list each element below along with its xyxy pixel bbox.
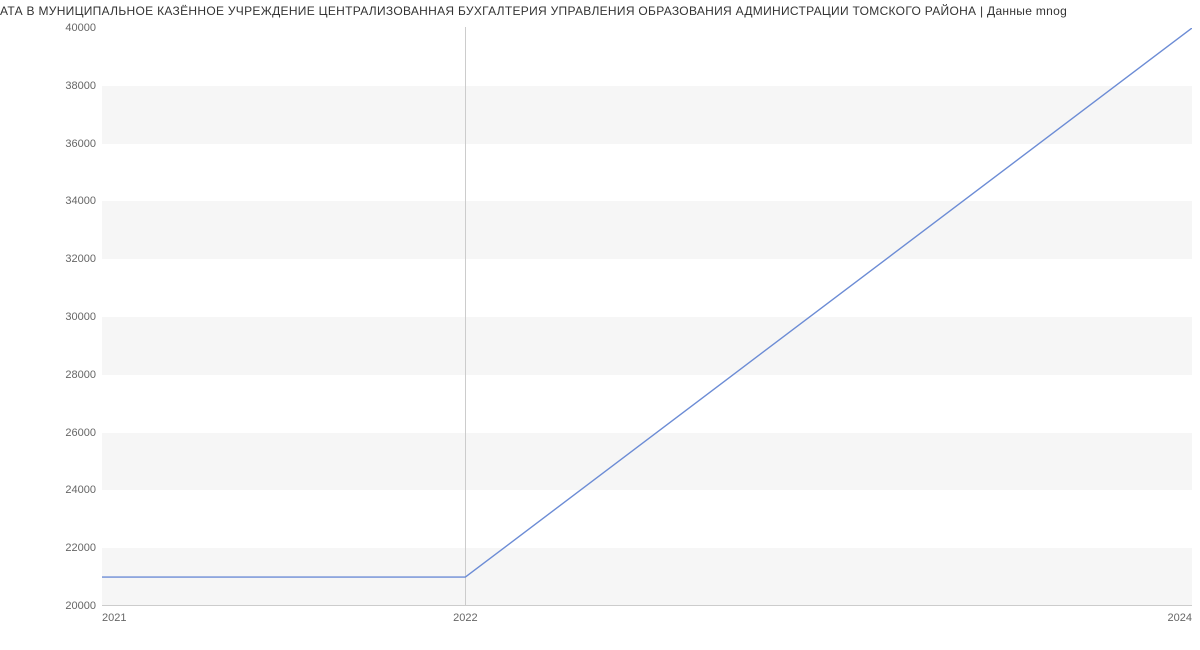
y-tick-label: 26000 <box>16 427 96 439</box>
plot-area <box>102 28 1192 606</box>
y-tick-label: 24000 <box>16 484 96 496</box>
y-tick-label: 28000 <box>16 369 96 381</box>
y-tick-label: 20000 <box>16 600 96 612</box>
y-tick-label: 30000 <box>16 311 96 323</box>
y-tick-label: 38000 <box>16 80 96 92</box>
x-tick-label: 2021 <box>102 612 126 624</box>
chart-title: АТА В МУНИЦИПАЛЬНОЕ КАЗЁННОЕ УЧРЕЖДЕНИЕ … <box>0 4 1200 18</box>
x-tick-label: 2022 <box>453 612 477 624</box>
x-tick-label: 2024 <box>1168 612 1192 624</box>
y-tick-label: 22000 <box>16 542 96 554</box>
y-tick-label: 36000 <box>16 138 96 150</box>
y-tick-label: 34000 <box>16 195 96 207</box>
y-tick-label: 32000 <box>16 253 96 265</box>
data-line <box>102 28 1192 605</box>
y-tick-label: 40000 <box>16 22 96 34</box>
